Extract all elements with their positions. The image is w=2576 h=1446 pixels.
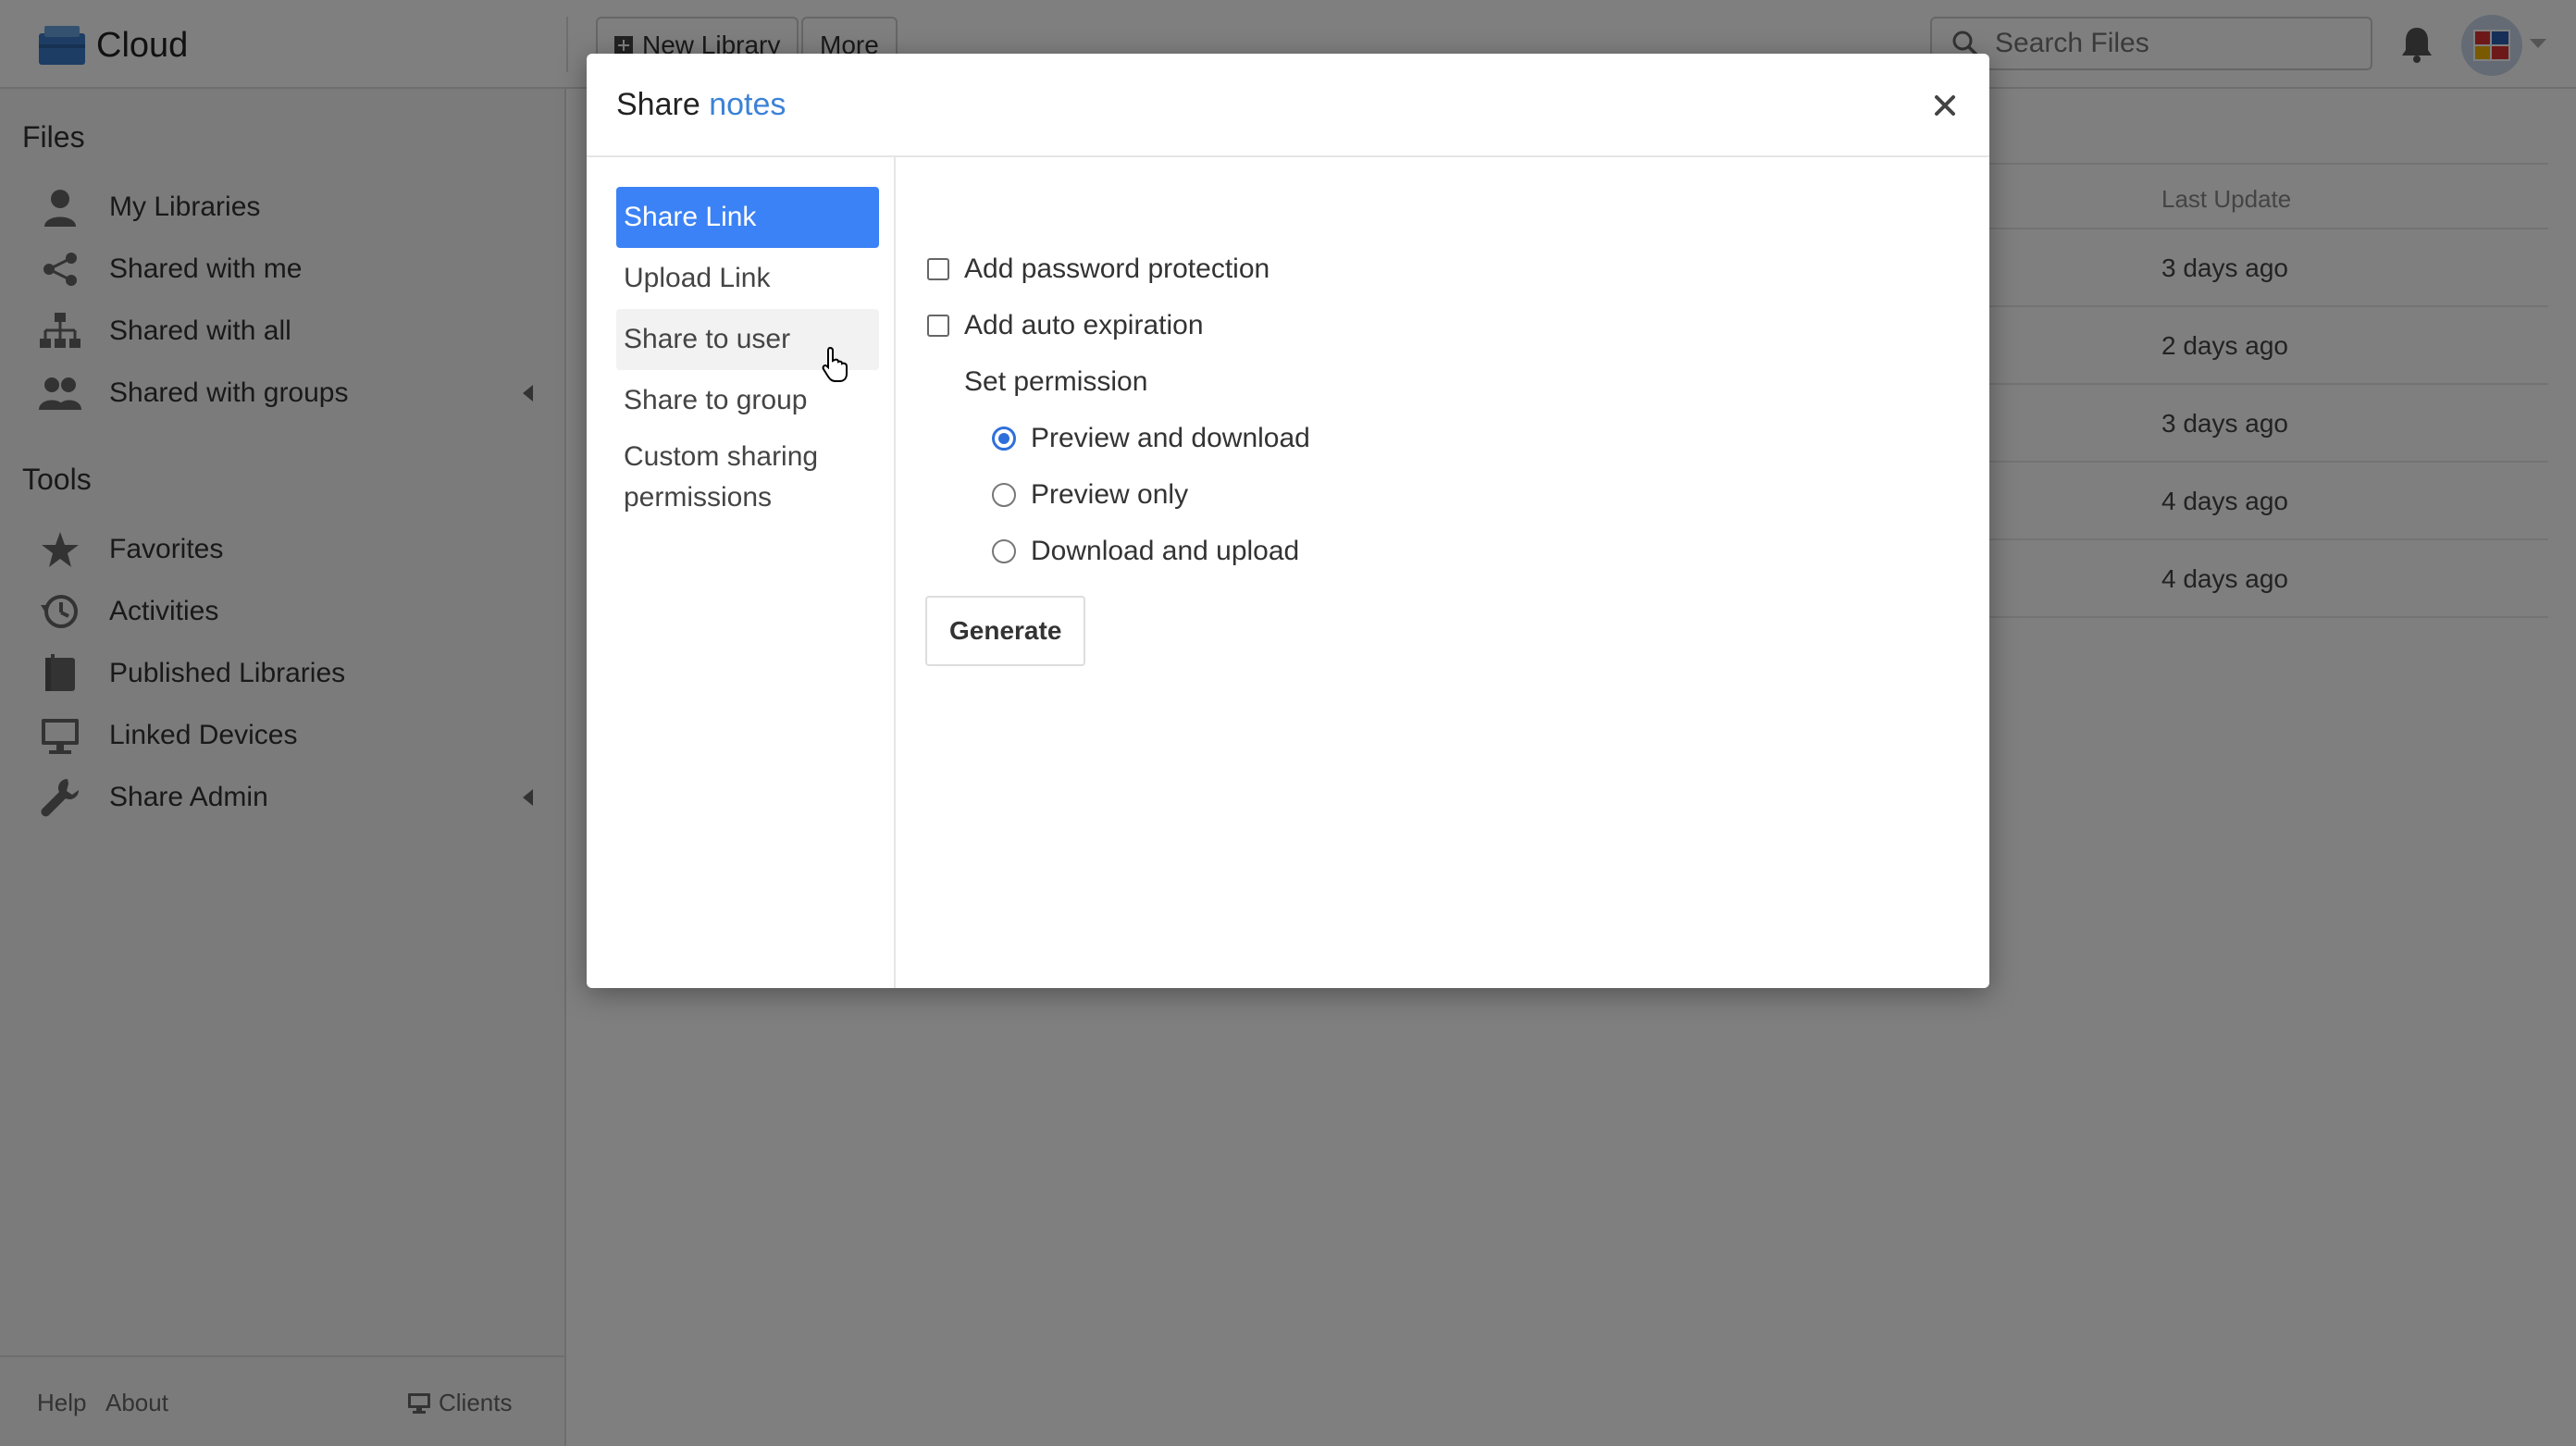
dialog-title-prefix: Share xyxy=(616,87,700,122)
dialog-file-name: notes xyxy=(709,87,786,122)
share-dialog: Share notes Share Link Upload Link Share… xyxy=(587,54,1989,988)
permission-download-upload-radio[interactable] xyxy=(992,539,1016,563)
permission-preview-only-option[interactable]: Preview only xyxy=(992,479,1188,511)
permission-label: Preview only xyxy=(1031,479,1189,510)
generate-button[interactable]: Generate xyxy=(925,596,1086,666)
auto-expiration-checkbox[interactable] xyxy=(927,315,949,337)
share-link-panel: Add password protection Add auto expirat… xyxy=(896,157,1989,988)
password-protection-label: Add password protection xyxy=(964,253,1270,284)
password-protection-checkbox[interactable] xyxy=(927,258,949,280)
permission-label: Preview and download xyxy=(1031,423,1310,453)
dialog-header: Share notes xyxy=(587,54,1989,157)
dialog-title: Share notes xyxy=(616,87,786,123)
permission-preview-download-option[interactable]: Preview and download xyxy=(992,423,1310,454)
permission-label: Download and upload xyxy=(1031,536,1300,566)
permission-preview-download-radio[interactable] xyxy=(992,426,1016,451)
permission-preview-only-radio[interactable] xyxy=(992,483,1016,507)
permission-download-upload-option[interactable]: Download and upload xyxy=(992,536,1299,567)
share-tabs-nav: Share Link Upload Link Share to user Sha… xyxy=(587,157,896,988)
password-protection-option[interactable]: Add password protection xyxy=(927,253,1269,285)
auto-expiration-label: Add auto expiration xyxy=(964,310,1204,340)
tab-custom-sharing-permissions[interactable]: Custom sharing permissions xyxy=(616,433,879,522)
hand-pointer-icon xyxy=(822,346,848,382)
set-permission-label: Set permission xyxy=(964,366,1148,397)
tab-upload-link[interactable]: Upload Link xyxy=(616,248,879,309)
tab-share-link[interactable]: Share Link xyxy=(616,187,879,248)
auto-expiration-option[interactable]: Add auto expiration xyxy=(927,310,1204,341)
close-icon[interactable] xyxy=(1928,89,1962,122)
